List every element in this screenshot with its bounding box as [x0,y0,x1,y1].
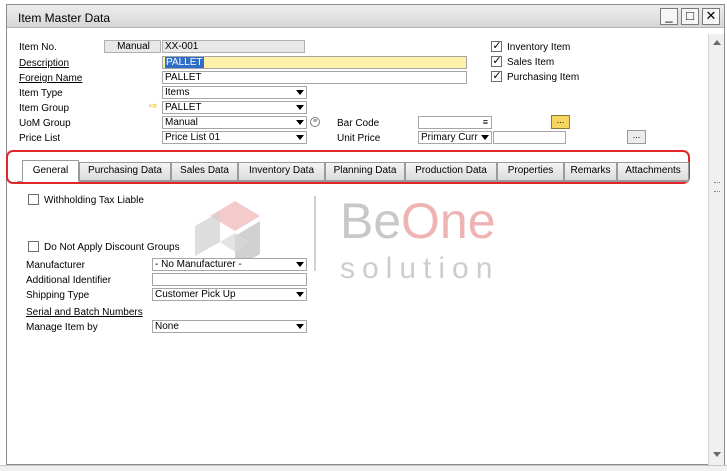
close-icon: ✕ [705,8,717,23]
uom-details-icon[interactable]: ≡ [310,117,320,127]
description-value: PALLET [165,57,204,68]
scroll-down-icon[interactable] [713,452,721,457]
title-bar[interactable]: Item Master Data _ □ ✕ [7,5,724,28]
tab-general[interactable]: General [22,160,79,182]
currency-select[interactable]: Primary Curr [418,131,492,144]
list-icon: ≡ [482,117,488,127]
tab-attachments[interactable]: Attachments [617,162,689,181]
item-type-label: Item Type [19,88,63,99]
manage-item-by-value: None [155,321,179,332]
manufacturer-select[interactable]: - No Manufacturer - [152,258,307,271]
bar-code-label: Bar Code [337,118,380,129]
minimize-button[interactable]: _ [660,8,678,25]
inventory-item-checkbox[interactable]: ✓ [491,40,502,52]
bar-code-browse-button[interactable]: ... [551,115,570,129]
dropdown-arrow-icon [296,262,304,267]
no-discount-checkbox[interactable] [28,241,39,252]
dropdown-arrow-icon [296,324,304,329]
withholding-tax-checkbox[interactable] [28,194,39,205]
manufacturer-label: Manufacturer [26,260,85,271]
minimize-icon: _ [665,8,673,23]
unit-price-field[interactable] [493,131,566,144]
scroll-grip-icon[interactable] [714,182,720,192]
close-button[interactable]: ✕ [702,8,720,25]
vertical-scrollbar[interactable] [708,34,724,465]
withholding-tax-label: Withholding Tax Liable [44,195,144,206]
shipping-type-label: Shipping Type [26,290,90,301]
manufacturer-value: - No Manufacturer - [155,259,242,270]
maximize-button[interactable]: □ [681,8,699,25]
price-list-value: Price List 01 [165,132,221,143]
unit-price-browse-button[interactable]: ... [627,130,646,144]
item-group-value: PALLET [165,102,202,113]
description-label: Description [19,58,70,69]
uom-group-value: Manual [165,117,198,128]
foreign-name-field[interactable]: PALLET [162,71,467,84]
watermark-tagline: solution [340,252,499,285]
additional-identifier-label: Additional Identifier [26,275,112,286]
window-title: Item Master Data [18,11,111,25]
unit-price-label: Unit Price [337,133,381,144]
check-icon: ✓ [492,55,502,67]
dropdown-arrow-icon [296,105,304,110]
watermark-be: Be [340,193,401,249]
item-type-select[interactable]: Items [162,86,307,99]
tab-purchasing-data[interactable]: Purchasing Data [79,162,171,181]
dropdown-arrow-icon [481,135,489,140]
status-bar [0,465,727,471]
check-icon: ✓ [492,70,502,82]
description-field[interactable]: PALLET [162,56,467,69]
purchasing-item-checkbox[interactable]: ✓ [491,70,502,82]
shipping-type-select[interactable]: Customer Pick Up [152,288,307,301]
sales-item-checkbox[interactable]: ✓ [491,55,502,67]
dropdown-arrow-icon [296,135,304,140]
no-discount-label: Do Not Apply Discount Groups [44,242,180,253]
sales-item-label: Sales Item [507,57,555,68]
additional-identifier-field[interactable] [152,273,307,286]
shipping-type-value: Customer Pick Up [155,289,236,300]
item-no-label: Item No. [19,42,57,53]
dropdown-arrow-icon [296,120,304,125]
watermark-one: One [401,193,496,249]
price-list-select[interactable]: Price List 01 [162,131,307,144]
uom-group-label: UoM Group [19,118,71,129]
currency-value: Primary Curr [421,132,478,143]
link-arrow-icon[interactable]: ⇨ [149,102,159,112]
price-list-label: Price List [19,133,61,144]
tab-remarks[interactable]: Remarks [564,162,617,181]
bar-code-field[interactable]: ≡ [418,116,492,129]
serial-batch-label: Serial and Batch Numbers [26,307,143,318]
maximize-icon: □ [686,8,694,23]
item-no-series-select[interactable]: Manual [104,40,161,53]
manage-item-by-label: Manage Item by [26,322,98,333]
check-icon: ✓ [492,40,502,52]
item-group-select[interactable]: PALLET [162,101,307,114]
manage-item-by-select[interactable]: None [152,320,307,333]
scroll-up-icon[interactable] [713,40,721,45]
item-group-label: Item Group [19,103,70,114]
purchasing-item-label: Purchasing Item [507,72,580,83]
item-type-value: Items [165,87,190,98]
dropdown-arrow-icon [296,292,304,297]
inventory-item-label: Inventory Item [507,42,571,53]
foreign-name-label: Foreign Name [19,73,83,84]
uom-group-select[interactable]: Manual [162,116,307,129]
item-no-field[interactable]: XX-001 [162,40,305,53]
dropdown-arrow-icon [296,90,304,95]
